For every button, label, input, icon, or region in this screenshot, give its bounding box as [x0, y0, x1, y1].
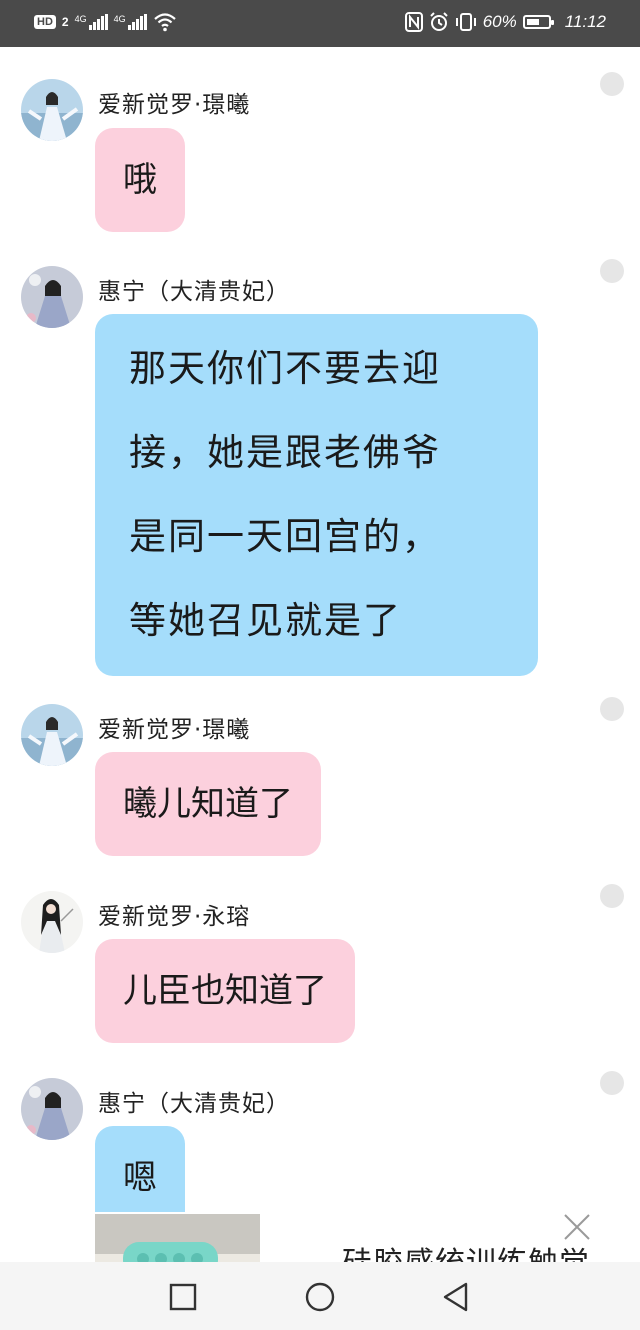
battery-icon: [522, 15, 554, 29]
back-button[interactable]: [440, 1280, 474, 1314]
message-line: 是同一天回宫的，: [129, 515, 441, 558]
chat-list[interactable]: 爱新觉罗·璟曦 哦 惠宁（大清贵妃） 那天你们不要去迎 接，她是跟老佛爷 是同一…: [0, 47, 640, 1262]
avatar-icon[interactable]: [21, 704, 83, 766]
sender-name: 惠宁（大清贵妃）: [98, 279, 290, 305]
sender-name: 爱新觉罗·璟曦: [98, 717, 251, 743]
avatar-icon[interactable]: [21, 891, 83, 953]
ad-title[interactable]: 硅胶感统训练触觉: [342, 1238, 590, 1262]
status-left: HD 2 4G 4G: [34, 12, 177, 32]
message-bubble[interactable]: 那天你们不要去迎 接，她是跟老佛爷 是同一天回宫的， 等她召见就是了: [95, 314, 538, 676]
ad-product-image[interactable]: [95, 1214, 260, 1262]
nfc-icon: [404, 12, 423, 32]
battery-percent: 60%: [482, 12, 517, 31]
hd-icon: HD: [34, 15, 56, 29]
sim-number: 2: [61, 15, 69, 29]
message-line: 等她召见就是了: [129, 599, 402, 642]
alarm-icon: [429, 12, 448, 31]
recent-apps-button[interactable]: [166, 1280, 200, 1314]
sender-name: 爱新觉罗·永瑢: [98, 904, 251, 930]
status-dot: [600, 1071, 624, 1095]
nav-bar: [0, 1262, 640, 1330]
message-line: 那天你们不要去迎: [129, 347, 441, 390]
home-button[interactable]: [303, 1280, 337, 1314]
clock: 11:12: [564, 12, 606, 31]
wifi-icon: [153, 13, 176, 32]
sender-name: 惠宁（大清贵妃）: [98, 1091, 290, 1117]
status-dot: [600, 259, 624, 283]
message-bubble[interactable]: 曦儿知道了: [95, 752, 321, 856]
vibrate-icon: [455, 13, 476, 31]
status-dot: [600, 72, 624, 96]
signal-icon: 4G: [114, 14, 147, 30]
avatar-icon[interactable]: [21, 79, 83, 141]
message-line: 接，她是跟老佛爷: [129, 431, 441, 474]
avatar-icon[interactable]: [21, 1078, 83, 1140]
message-bubble[interactable]: 哦: [95, 128, 185, 232]
status-bar: HD 2 4G 4G 60% 11:12: [0, 0, 640, 47]
sender-name: 爱新觉罗·璟曦: [98, 92, 251, 118]
avatar-icon[interactable]: [21, 266, 83, 328]
signal-icon: 4G: [75, 14, 108, 30]
close-icon[interactable]: [562, 1212, 592, 1242]
status-dot: [600, 884, 624, 908]
message-bubble[interactable]: 儿臣也知道了: [95, 939, 355, 1043]
status-dot: [600, 697, 624, 721]
status-right: 60% 11:12: [404, 12, 606, 32]
ad-banner[interactable]: 硅胶感统训练触觉: [0, 1212, 640, 1262]
